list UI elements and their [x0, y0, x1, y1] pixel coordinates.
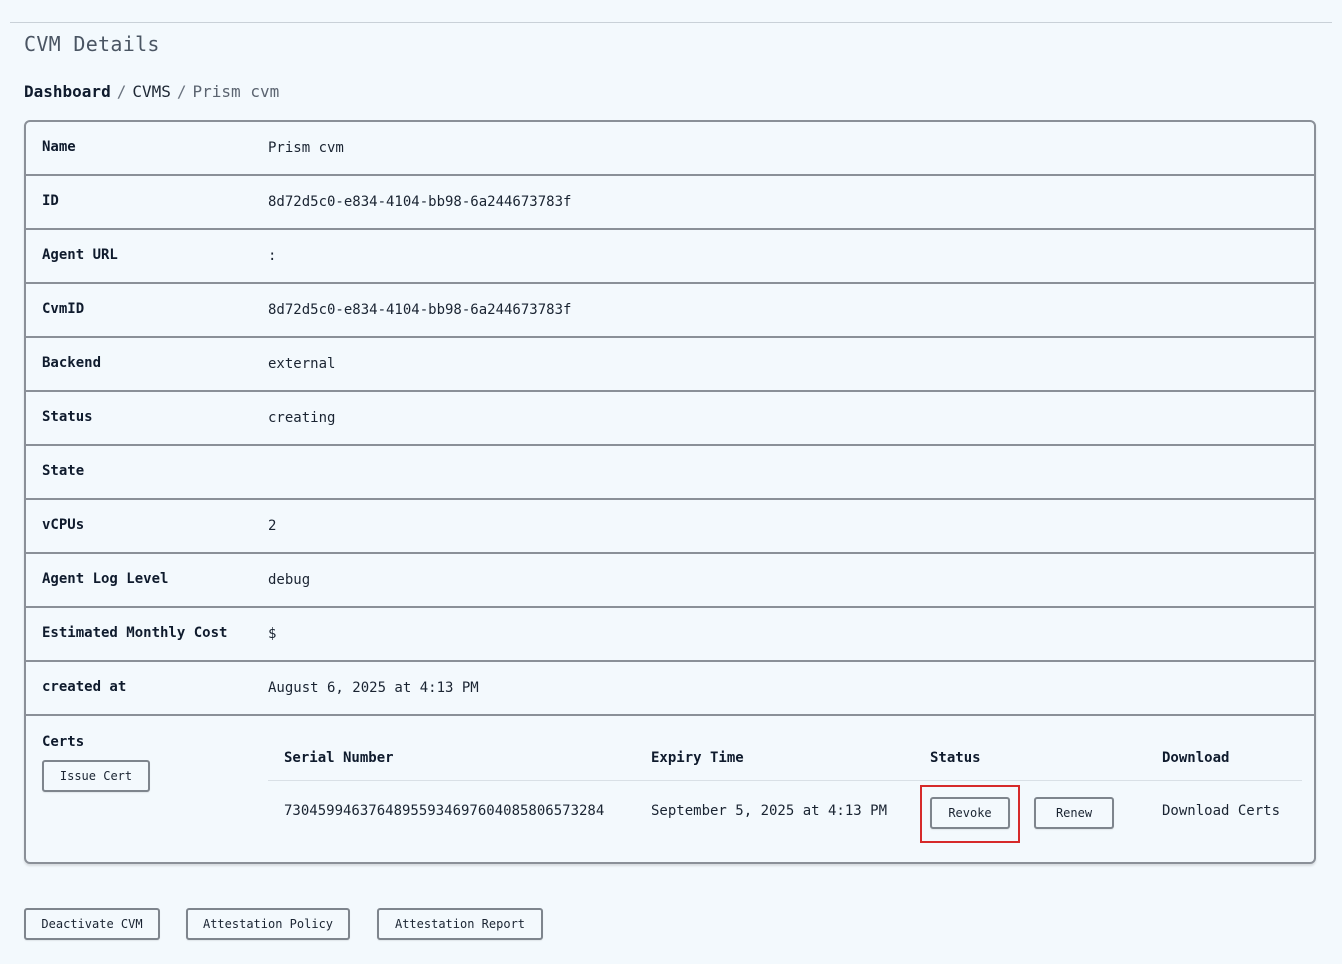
detail-label: ID [42, 193, 59, 209]
detail-label: Name [42, 139, 76, 155]
detail-value: August 6, 2025 at 4:13 PM [268, 680, 479, 696]
revoke-button[interactable]: Revoke [930, 797, 1010, 829]
breadcrumb-current: Prism cvm [192, 82, 280, 101]
cert-expiry-time: September 5, 2025 at 4:13 PM [651, 803, 888, 819]
certs-section: Certs Issue Cert Serial Number Expiry Ti… [26, 716, 1314, 862]
detail-label: created at [42, 679, 127, 695]
detail-row-status: Status creating [26, 392, 1314, 446]
detail-row-agent-url: Agent URL : [26, 230, 1314, 284]
breadcrumb: Dashboard / CVMS / Prism cvm [24, 82, 279, 101]
detail-label: State [42, 463, 85, 479]
detail-value: 2 [268, 518, 277, 534]
detail-row-name: Name Prism cvm [26, 122, 1314, 176]
deactivate-cvm-button[interactable]: Deactivate CVM [24, 908, 160, 940]
top-divider [10, 22, 1332, 23]
column-header-status: Status [930, 750, 981, 766]
detail-label: Status [42, 409, 93, 425]
detail-label: CvmID [42, 301, 85, 317]
attestation-report-button[interactable]: Attestation Report [377, 908, 543, 940]
detail-value: creating [268, 410, 336, 426]
detail-label: Agent Log Level [42, 571, 169, 587]
attestation-policy-button[interactable]: Attestation Policy [186, 908, 350, 940]
detail-row-id: ID 8d72d5c0-e834-4104-bb98-6a244673783f [26, 176, 1314, 230]
detail-label: vCPUs [42, 517, 85, 533]
detail-value: 8d72d5c0-e834-4104-bb98-6a244673783f [268, 194, 572, 210]
detail-label: Estimated Monthly Cost [42, 625, 228, 641]
column-header-serial-number: Serial Number [284, 750, 394, 766]
detail-value: Prism cvm [268, 140, 344, 156]
column-header-download: Download [1162, 750, 1230, 766]
detail-row-vcpus: vCPUs 2 [26, 500, 1314, 554]
cert-serial-number: 73045994637648955934697604085806573284 [284, 803, 605, 819]
breadcrumb-separator: / [176, 82, 187, 101]
detail-value: : [268, 248, 277, 264]
issue-cert-button[interactable]: Issue Cert [42, 760, 150, 792]
detail-row-state: State [26, 446, 1314, 500]
detail-row-created-at: created at August 6, 2025 at 4:13 PM [26, 662, 1314, 716]
detail-row-cvmid: CvmID 8d72d5c0-e834-4104-bb98-6a24467378… [26, 284, 1314, 338]
table-row: 73045994637648955934697604085806573284 S… [268, 781, 1302, 845]
detail-row-agent-log-level: Agent Log Level debug [26, 554, 1314, 608]
detail-row-backend: Backend external [26, 338, 1314, 392]
certs-label: Certs [42, 734, 85, 750]
detail-value: debug [268, 572, 311, 588]
detail-label: Agent URL [42, 247, 118, 263]
detail-value: $ [268, 626, 277, 642]
download-certs-link[interactable]: Download Certs [1162, 803, 1280, 819]
breadcrumb-separator: / [116, 82, 127, 101]
detail-row-estimated-monthly-cost: Estimated Monthly Cost $ [26, 608, 1314, 662]
detail-label: Backend [42, 355, 102, 371]
column-header-expiry-time: Expiry Time [651, 750, 744, 766]
detail-value: 8d72d5c0-e834-4104-bb98-6a244673783f [268, 302, 572, 318]
page-title: CVM Details [24, 32, 160, 56]
detail-value: external [268, 356, 336, 372]
certs-table-header: Serial Number Expiry Time Status Downloa… [268, 740, 1302, 781]
breadcrumb-cvms-link[interactable]: CVMS [132, 82, 171, 101]
renew-button[interactable]: Renew [1034, 797, 1114, 829]
breadcrumb-dashboard-link[interactable]: Dashboard [24, 82, 111, 101]
cvm-details-panel: Name Prism cvm ID 8d72d5c0-e834-4104-bb9… [24, 120, 1316, 864]
